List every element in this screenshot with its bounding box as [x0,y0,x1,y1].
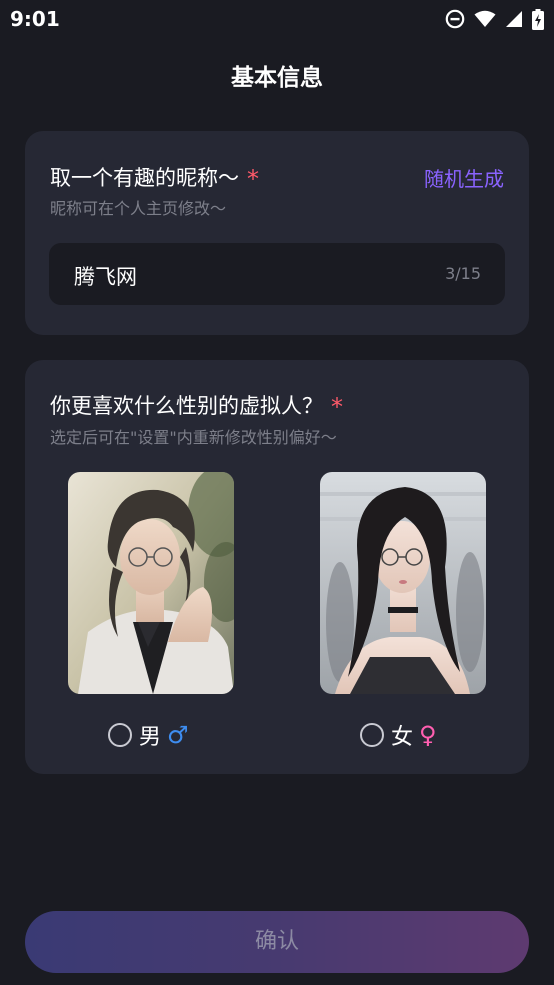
female-avatar-image[interactable] [320,472,486,694]
do-not-disturb-icon [445,9,465,29]
male-avatar-image[interactable] [68,472,234,694]
gender-title-text: 你更喜欢什么性别的虚拟人？ [50,394,323,418]
male-symbol-icon: ♂ [167,721,189,749]
nickname-char-count: 3/15 [445,264,481,283]
gender-card: 你更喜欢什么性别的虚拟人？ * 选定后可在"设置"内重新修改性别偏好～ 男 ♂ … [25,360,529,774]
required-mark: * [247,165,259,193]
gender-option-female[interactable]: 女 ♀ [360,720,437,750]
nickname-title: 取一个有趣的昵称～ * [50,162,259,193]
nickname-input[interactable]: 腾飞网 3/15 [49,243,505,305]
nickname-title-text: 取一个有趣的昵称～ [50,166,239,190]
nickname-card: 取一个有趣的昵称～ * 随机生成 昵称可在个人主页修改～ 腾飞网 3/15 [25,131,529,335]
cellular-signal-icon [505,10,523,28]
female-label: 女 [391,725,414,750]
status-time: 9:01 [10,7,60,31]
status-bar: 9:01 [0,0,554,38]
male-radio-button[interactable] [108,723,132,747]
gender-subtitle: 选定后可在"设置"内重新修改性别偏好～ [50,428,337,447]
status-icons [445,8,544,30]
confirm-button[interactable]: 确认 [25,911,529,973]
wifi-icon [474,10,496,28]
gender-title: 你更喜欢什么性别的虚拟人？ * [50,390,343,421]
nickname-subtitle: 昵称可在个人主页修改～ [50,199,227,218]
female-symbol-icon: ♀ [419,721,437,749]
required-mark: * [331,393,343,421]
page-title: 基本信息 [231,65,323,91]
gender-option-male[interactable]: 男 ♂ [108,720,189,750]
nickname-input-value: 腾飞网 [74,265,137,289]
screen: 9:01 基本信息 取一个有趣的昵称～ * 随机生成 昵称可在个人主页修改～ 腾飞… [0,0,554,985]
male-label: 男 [139,725,162,750]
random-generate-button[interactable]: 随机生成 [424,163,504,192]
female-radio-button[interactable] [360,723,384,747]
battery-charging-icon [532,8,544,30]
